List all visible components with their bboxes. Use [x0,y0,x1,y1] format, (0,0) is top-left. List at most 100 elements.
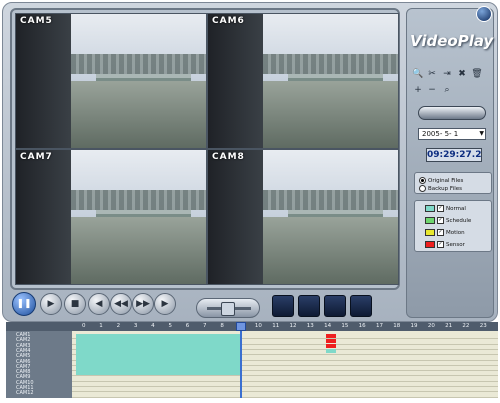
radio-button[interactable] [419,185,426,192]
brand-icon [476,6,492,22]
track-row-line [72,380,498,382]
crop-icon[interactable]: ✂ [426,68,438,80]
legend-label: Schedule [446,217,472,224]
zoom-out-icon[interactable]: − [426,84,438,96]
legend-checkbox[interactable]: ✓ [437,229,444,236]
camera-view-1[interactable]: CAM5 [15,13,207,149]
sensor-alarm-mark [326,344,336,348]
legend-label: Normal [446,205,466,212]
chevron-down-icon[interactable]: ▼ [479,129,484,139]
legend-sensor[interactable]: ✓ Sensor [425,241,465,248]
legend-swatch [425,217,435,224]
camera-label: CAM8 [212,152,245,162]
hour-label: 15 [341,323,349,329]
sensor-alarm-mark [326,339,336,343]
date-slider[interactable] [418,106,486,120]
hour-label: 18 [393,323,401,329]
layout-1-button[interactable] [272,295,294,317]
radio-button[interactable] [419,177,426,184]
rewind-button[interactable]: ◀◀ [110,293,132,315]
hour-label: 16 [358,323,366,329]
legend-checkbox[interactable]: ✓ [437,205,444,212]
hour-label: 14 [324,323,332,329]
channel-label[interactable]: CAM12 [16,390,34,396]
hour-label: 12 [289,323,297,329]
layout-4-button[interactable] [298,295,320,317]
camera-view-2[interactable]: CAM6 [207,13,399,149]
layout-9-button[interactable] [324,295,346,317]
play-button[interactable]: ▶ [40,293,62,315]
track-row-line [72,396,498,398]
hour-label: 5 [168,323,172,329]
playhead[interactable] [240,322,242,398]
control-panel [406,8,494,318]
hour-label: 17 [375,323,383,329]
legend-swatch [425,229,435,236]
hour-label: 2 [116,323,121,329]
track-row-line [72,386,498,387]
normal-recording-mark [326,349,336,353]
camera-view-4[interactable]: CAM8 [207,149,399,285]
camera-label: CAM6 [212,16,245,26]
option-label: Backup Files [428,185,462,192]
zoom-in-icon[interactable]: + [412,84,424,96]
legend-checkbox[interactable]: ✓ [437,241,444,248]
legend-checkbox[interactable]: ✓ [437,217,444,224]
legend-motion[interactable]: ✓ Motion [425,229,465,236]
hour-label: 21 [445,323,453,329]
legend-swatch [425,241,435,248]
record-type-legend: ✓ Normal ✓ Schedule ✓ Motion ✓ Sensor [414,200,492,252]
next-frame-button[interactable]: ▶ [154,293,176,315]
prev-frame-button[interactable]: ◀ [88,293,110,315]
hour-label: 3 [133,323,138,329]
legend-schedule[interactable]: ✓ Schedule [425,217,471,224]
time-display: 09:29:27.2 [426,148,482,162]
stop-button[interactable]: ■ [64,293,86,315]
hour-label: 19 [410,323,418,329]
track-row-line [72,391,498,393]
camera-label: CAM7 [20,152,53,162]
hour-label: 13 [306,323,314,329]
speed-slider-thumb[interactable] [221,302,235,316]
trash-icon[interactable]: 🗑 [471,68,483,80]
sensor-alarm-mark [326,334,336,338]
date-picker[interactable]: 2005- 5- 1 ▼ [418,128,486,140]
export-icon[interactable]: ⇥ [441,68,453,80]
option-original-files[interactable]: Original Files [419,177,463,184]
hour-label: 0 [82,323,86,329]
hour-label: 22 [462,323,470,329]
hour-label: 11 [272,323,280,329]
hour-label: 6 [185,323,190,329]
video-grid: CAM5 CAM6 CAM7 CAM8 [10,8,400,290]
hour-label: 8 [220,323,224,329]
legend-label: Sensor [446,241,465,248]
legend-swatch [425,205,435,212]
forward-button[interactable]: ▶▶ [132,293,154,315]
zoom-fit-icon[interactable]: ⌕ [441,84,453,96]
normal-recording-block [76,334,242,375]
hour-label: 1 [99,323,103,329]
hour-label: 10 [254,323,262,329]
hour-label: 4 [151,323,155,329]
pause-button[interactable]: ❚❚ [12,292,36,316]
zoom-icon[interactable]: 🔍 [412,68,424,80]
playhead-handle[interactable] [236,322,246,331]
camera-label: CAM5 [20,16,53,26]
date-value: 2005- 5- 1 [422,130,459,138]
legend-label: Motion [446,229,465,236]
option-backup-files[interactable]: Backup Files [419,185,462,192]
playback-controls: ❚❚ ▶ ■ ◀ ◀◀ ▶▶ ▶ [12,292,180,316]
app-logo: VideoPlay [410,32,494,50]
timeline-hour-ruler [6,322,498,331]
hour-label: 20 [427,323,435,329]
layout-16-button[interactable] [350,295,372,317]
hour-label: 23 [479,323,487,329]
option-label: Original Files [428,177,464,184]
hour-label: 7 [203,323,207,329]
delete-icon[interactable]: ✖ [456,68,468,80]
legend-normal[interactable]: ✓ Normal [425,205,466,212]
speed-slider[interactable] [196,298,260,318]
file-source-options: Original Files Backup Files [414,172,492,194]
camera-view-3[interactable]: CAM7 [15,149,207,285]
track-row-line [72,375,498,377]
